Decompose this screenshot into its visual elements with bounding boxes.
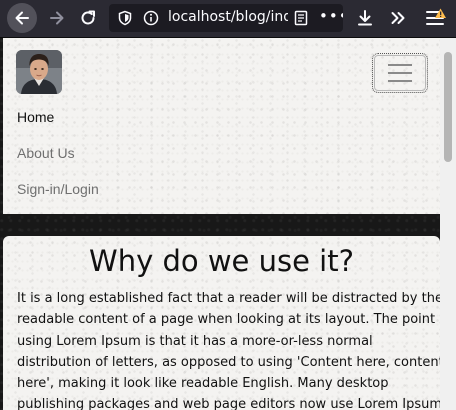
nav-link-about[interactable]: About Us [17, 145, 75, 161]
article-title: Why do we use it? [89, 244, 354, 278]
nav-link-signin[interactable]: Sign-in/Login [17, 181, 99, 197]
chevron-double-right-icon [391, 12, 405, 24]
avatar[interactable] [16, 50, 62, 94]
article-line: using Lorem Ipsum is that it has a more-… [17, 333, 373, 349]
page-scrollbar[interactable] [440, 38, 456, 410]
article-body: It is a long established fact that a rea… [17, 288, 440, 410]
article-line: distribution of letters, as opposed to u… [17, 354, 440, 370]
article-line: publishing packages and web page editors… [17, 397, 440, 410]
more-horizontal-icon[interactable]: ••• [319, 7, 343, 25]
download-icon [358, 10, 372, 26]
article-line: readable content of a page when looking … [17, 312, 440, 328]
page-viewport: Home About Us Sign-in/Login Why do we us… [0, 38, 440, 410]
url-text[interactable]: localhost/blog/inde [168, 9, 288, 25]
navbar-toggler-button[interactable] [372, 53, 428, 93]
arrow-left-icon [15, 11, 29, 25]
back-button[interactable] [7, 3, 37, 33]
hamburger-icon [388, 64, 412, 66]
app-menu-button[interactable] [421, 3, 451, 33]
forward-button[interactable] [42, 3, 72, 33]
hamburger-icon [426, 8, 446, 25]
reload-button[interactable] [73, 3, 103, 33]
article-line: It is a long established fact that a rea… [17, 291, 440, 306]
article-line: here', making it look like readable Engl… [17, 376, 389, 392]
downloads-button[interactable] [350, 3, 380, 33]
arrow-right-icon [50, 11, 64, 25]
reader-view-icon[interactable] [293, 10, 309, 30]
info-icon[interactable] [143, 10, 159, 30]
overflow-button[interactable] [383, 3, 413, 33]
browser-toolbar: localhost/blog/inde ••• [0, 0, 456, 38]
shield-icon[interactable] [117, 10, 133, 30]
nav-link-home[interactable]: Home [17, 109, 54, 125]
scrollbar-thumb[interactable] [444, 52, 452, 162]
url-bar[interactable]: localhost/blog/inde ••• [109, 4, 343, 32]
site-navbar: Home About Us Sign-in/Login [3, 38, 440, 214]
reload-icon [81, 10, 95, 25]
profile-photo [16, 50, 62, 94]
article-card: Why do we use it? It is a long establish… [3, 236, 440, 410]
